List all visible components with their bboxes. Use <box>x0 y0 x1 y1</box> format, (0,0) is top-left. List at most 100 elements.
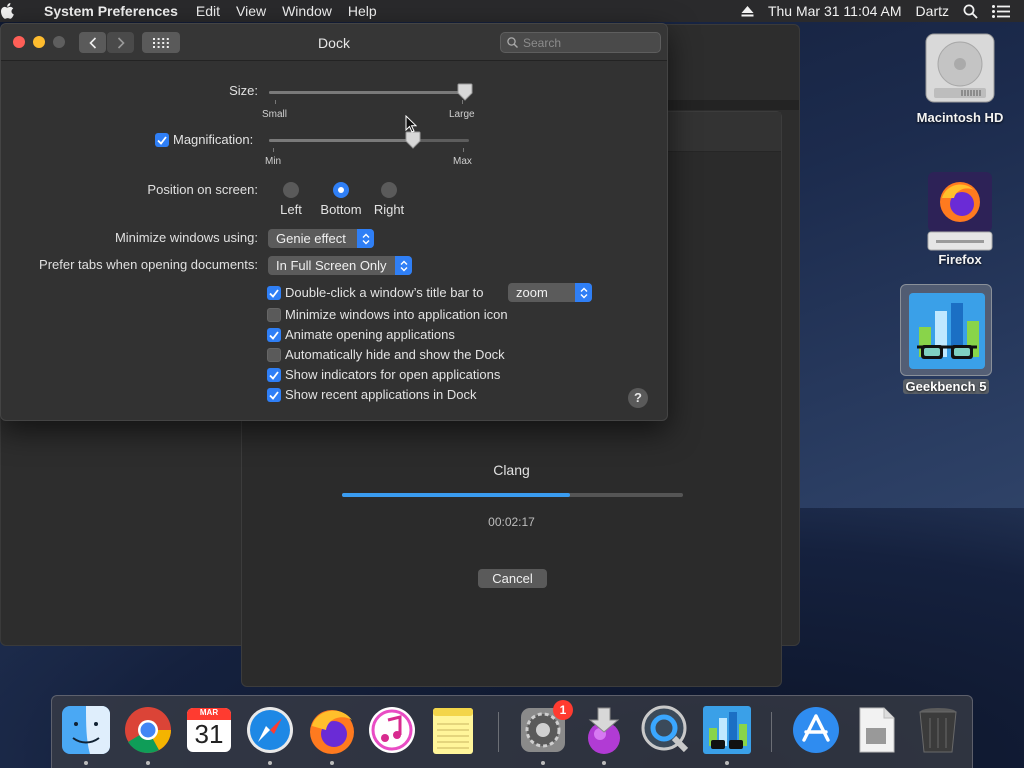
double-click-action-value: zoom <box>516 285 548 300</box>
size-tick-min <box>275 100 276 104</box>
dock-itunes[interactable] <box>366 704 418 756</box>
zoom-window-button[interactable] <box>53 36 65 48</box>
firefox-dmg-icon <box>927 172 993 251</box>
dock-chrome[interactable] <box>122 704 174 765</box>
size-slider-thumb[interactable] <box>457 83 473 101</box>
dock-system-preferences[interactable]: 1 <box>517 700 573 765</box>
minimize-into-icon-label: Minimize windows into application icon <box>285 307 508 322</box>
checkmark-icon <box>269 288 279 298</box>
notes-icon <box>433 708 473 754</box>
safari-icon <box>247 707 293 753</box>
search-input[interactable] <box>523 35 653 50</box>
checkmark-icon <box>269 390 279 400</box>
forward-button[interactable] <box>107 32 134 53</box>
minimize-effect-value: Genie effect <box>276 231 346 246</box>
position-right-radio[interactable] <box>381 182 397 198</box>
minimize-effect-popup[interactable]: Genie effect <box>268 229 374 248</box>
window-titlebar: Dock <box>1 24 667 61</box>
notification-center-icon[interactable] <box>992 4 1010 18</box>
calendar-month: MAR <box>199 708 219 717</box>
running-indicator <box>330 761 334 765</box>
dock-quicktime[interactable] <box>640 704 692 756</box>
dock: MAR 31 1 <box>51 695 973 768</box>
popup-arrows-icon <box>395 256 412 275</box>
menu-app-name[interactable]: System Preferences <box>44 3 188 19</box>
running-indicator <box>602 761 606 765</box>
firefox-icon <box>310 710 354 754</box>
help-button[interactable]: ? <box>628 388 648 408</box>
chevron-right-icon <box>117 36 125 49</box>
animate-label: Animate opening applications <box>285 327 455 342</box>
magnification-slider-thumb[interactable] <box>405 131 421 149</box>
desktop-icon-geekbench[interactable]: Geekbench 5 <box>900 284 992 394</box>
running-indicator <box>725 761 729 765</box>
menu-edit[interactable]: Edit <box>188 3 228 19</box>
autohide-checkbox[interactable] <box>267 348 281 362</box>
size-tick-max <box>462 100 463 104</box>
double-click-action-popup[interactable]: zoom <box>508 283 592 302</box>
finder-icon <box>62 706 110 754</box>
dock-firefox[interactable] <box>306 704 358 765</box>
minimize-into-icon-checkbox[interactable] <box>267 308 281 322</box>
dock-separator <box>771 712 772 752</box>
menu-window[interactable]: Window <box>274 3 340 19</box>
dock-preferences-window: Dock Size: Small Large Magnification: Mi… <box>0 23 668 421</box>
cancel-button[interactable]: Cancel <box>478 569 547 588</box>
dock-safari[interactable] <box>244 704 296 765</box>
dock-app-store[interactable] <box>790 704 842 756</box>
grid-icon <box>153 37 169 48</box>
desktop-icon-firefox[interactable]: Firefox <box>905 170 1015 267</box>
geekbench-icon <box>703 706 751 754</box>
size-slider[interactable] <box>269 91 469 94</box>
running-indicator <box>146 761 150 765</box>
dock-trash[interactable] <box>912 704 964 756</box>
running-indicator <box>268 761 272 765</box>
desktop-icon-macintosh-hd[interactable]: Macintosh HD <box>905 30 1015 125</box>
double-click-checkbox[interactable] <box>267 286 281 300</box>
menu-help[interactable]: Help <box>340 3 385 19</box>
position-right-label: Right <box>373 202 405 217</box>
search-field[interactable] <box>500 32 661 53</box>
menu-user[interactable]: Dartz <box>916 3 949 19</box>
position-bottom-radio[interactable] <box>333 182 349 198</box>
dock-document[interactable] <box>850 704 902 756</box>
desktop-label-geekbench: Geekbench 5 <box>902 379 990 394</box>
back-button[interactable] <box>79 32 106 53</box>
dock-finder[interactable] <box>60 704 112 765</box>
animate-checkbox[interactable] <box>267 328 281 342</box>
magnification-checkbox[interactable] <box>155 133 169 147</box>
menu-view[interactable]: View <box>228 3 274 19</box>
show-all-button[interactable] <box>142 32 180 53</box>
app-store-icon <box>793 707 839 753</box>
running-indicator <box>541 761 545 765</box>
dock-calendar[interactable]: MAR 31 <box>183 704 235 756</box>
minimize-window-button[interactable] <box>33 36 45 48</box>
desktop-label-firefox: Firefox <box>938 252 982 267</box>
notification-badge: 1 <box>553 700 573 720</box>
menu-clock[interactable]: Thu Mar 31 11:04 AM <box>768 3 902 19</box>
dock-notes[interactable] <box>427 704 479 756</box>
prefer-tabs-popup[interactable]: In Full Screen Only <box>268 256 412 275</box>
indicators-label: Show indicators for open applications <box>285 367 501 382</box>
size-max-label: Large <box>449 109 475 120</box>
magnification-tick-max <box>463 148 464 152</box>
apple-menu-icon[interactable] <box>0 3 44 19</box>
magnification-tick-min <box>273 148 274 152</box>
recent-apps-checkbox[interactable] <box>267 388 281 402</box>
dock-installer[interactable] <box>578 704 630 765</box>
eject-icon[interactable] <box>741 5 754 17</box>
autohide-label: Automatically hide and show the Dock <box>285 347 505 362</box>
magnification-label: Magnification: <box>173 132 254 147</box>
spotlight-search-icon[interactable] <box>963 4 978 19</box>
dock-geekbench[interactable] <box>701 704 753 765</box>
indicators-checkbox[interactable] <box>267 368 281 382</box>
size-min-label: Small <box>262 109 288 120</box>
installer-icon <box>588 707 620 754</box>
progress-bar-fill <box>342 493 571 497</box>
close-window-button[interactable] <box>13 36 25 48</box>
magnification-slider[interactable] <box>269 139 469 142</box>
magnification-max-label: Max <box>453 156 472 167</box>
position-bottom-label: Bottom <box>320 202 362 217</box>
double-click-label: Double-click a window’s title bar to <box>285 285 484 300</box>
position-left-radio[interactable] <box>283 182 299 198</box>
